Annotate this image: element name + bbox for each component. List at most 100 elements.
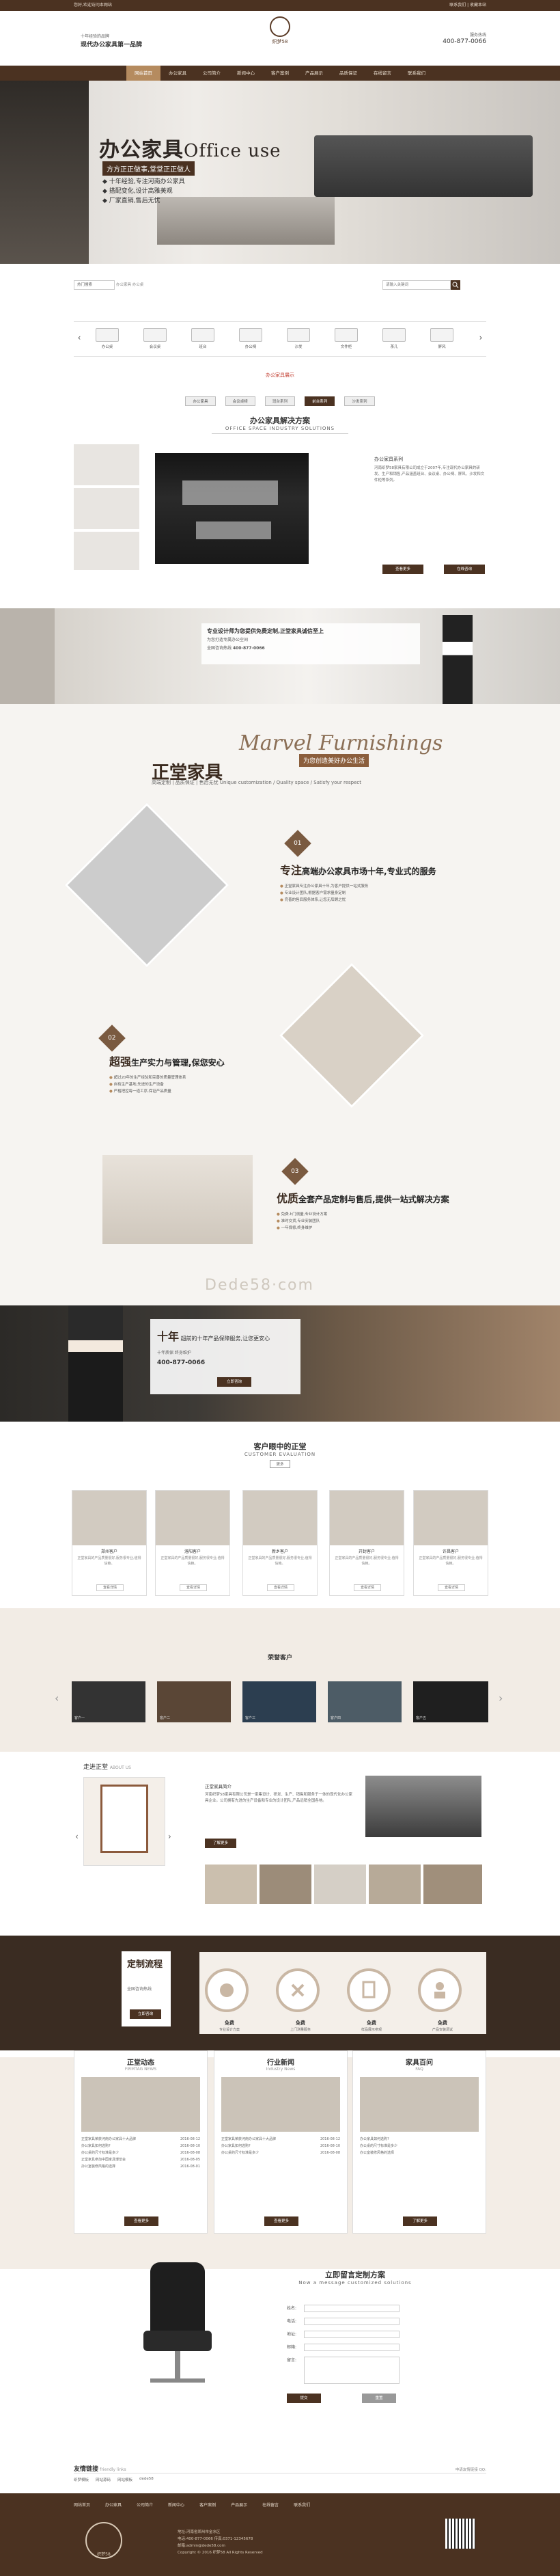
news-item[interactable]: 办公桌的尺寸标准是多少 [353,2143,486,2150]
news-image[interactable] [221,2077,340,2132]
search-input[interactable] [382,280,451,290]
footer-link[interactable]: 办公家具 [105,2502,122,2508]
nav-item[interactable]: 客户案例 [263,66,297,81]
nav-item[interactable]: 品质保证 [331,66,365,81]
chevron-right-icon[interactable]: › [499,1692,503,1705]
footer-link[interactable]: 客户案例 [199,2502,216,2508]
news-item[interactable]: 办公桌的尺寸标准是多少 2016-08-08 [214,2150,347,2156]
nav-item[interactable]: 新闻中心 [229,66,263,81]
name-field[interactable] [304,2305,400,2312]
nav-item-home[interactable]: 网站首页 [126,66,160,81]
tab-product[interactable]: 会议桌椅 [225,396,255,406]
gallery-thumb[interactable] [205,1865,257,1904]
nav-item[interactable]: 产品展示 [297,66,331,81]
tab-product[interactable]: 办公家具 [185,396,216,406]
footer-link[interactable]: 网站首页 [74,2502,90,2508]
customer-detail-button[interactable]: 查看详情 [267,1584,294,1591]
nav-item[interactable]: 联系我们 [400,66,434,81]
address-field[interactable] [304,2331,400,2338]
friend-link[interactable]: dede58 [139,2477,154,2482]
news-item[interactable]: 正堂家具参加中国家具博览会 2016-08-05 [74,2156,207,2163]
email-field[interactable] [304,2344,400,2351]
news-more-button[interactable]: 查看更多 [264,2216,298,2226]
thumbnail[interactable] [74,532,139,570]
customer-more-link[interactable]: 更多 [270,1460,290,1468]
customer-detail-button[interactable]: 查看详情 [96,1584,124,1591]
friend-link[interactable]: 网站模板 [117,2477,132,2482]
news-image[interactable] [81,2077,200,2132]
customer-detail-button[interactable]: 查看详情 [438,1584,465,1591]
guarantee-button[interactable]: 立即咨询 [217,1377,251,1387]
category-item[interactable]: 会议桌 [137,326,173,353]
news-more-button[interactable]: 了解更多 [403,2216,437,2226]
news-image[interactable] [360,2077,479,2132]
process-button[interactable]: 立即咨询 [130,2009,161,2019]
gallery-thumb[interactable] [314,1865,366,1904]
partner-logo[interactable]: 客户一 [72,1681,145,1722]
partner-logo[interactable]: 客户三 [242,1681,316,1722]
thumbnail[interactable] [74,488,139,529]
top-links[interactable]: 联系我们 | 收藏本站 [449,0,486,11]
message-textarea[interactable] [304,2357,400,2384]
category-item[interactable]: 办公椅 [232,326,269,353]
nav-item[interactable]: 公司简介 [195,66,229,81]
site-logo[interactable]: 织梦58 [263,16,297,48]
nav-item[interactable]: 办公家具 [160,66,195,81]
customer-card[interactable]: 开封客户 正堂家具的产品质量很好,服务很专业,值得信赖。 查看详情 [329,1490,404,1596]
reset-button[interactable]: 重置 [362,2394,396,2403]
news-more-button[interactable]: 查看更多 [124,2216,158,2226]
customer-card[interactable]: 新乡客户 正堂家具的产品质量很好,服务很专业,值得信赖。 查看详情 [242,1490,318,1596]
customer-detail-button[interactable]: 查看详情 [180,1584,207,1591]
news-item[interactable]: 办公家具如何选购? [353,2136,486,2143]
footer-link[interactable]: 联系我们 [294,2502,310,2508]
news-item[interactable]: 正堂家具荣获河南办公家具十大品牌 2016-08-12 [74,2136,207,2143]
thumbnail[interactable] [74,444,139,485]
footer-link[interactable]: 产品展示 [231,2502,247,2508]
chevron-left-icon[interactable]: ‹ [75,333,83,347]
hot-keywords[interactable]: 办公家具 办公桌 [116,280,198,290]
customer-card[interactable]: 许昌客户 正堂家具的产品质量很好,服务很专业,值得信赖。 查看详情 [413,1490,488,1596]
chevron-left-icon[interactable]: ‹ [75,1832,79,1841]
news-item[interactable]: 办公家具如何选购? 2016-08-10 [74,2143,207,2150]
footer-link[interactable]: 在线留言 [262,2502,279,2508]
phone-field[interactable] [304,2318,400,2325]
nav-item[interactable]: 在线留言 [365,66,400,81]
category-item[interactable]: 茶几 [376,326,412,353]
submit-button[interactable]: 提交 [287,2394,321,2403]
customer-card[interactable]: 郑州客户 正堂家具的产品质量很好,服务很专业,值得信赖。 查看详情 [72,1490,147,1596]
partner-logo[interactable]: 客户四 [328,1681,402,1722]
plan-main-image[interactable] [155,453,309,564]
chevron-right-icon[interactable]: › [477,333,485,347]
chevron-right-icon[interactable]: › [168,1832,171,1841]
category-item[interactable]: 班台 [184,326,221,353]
search-button[interactable] [451,280,460,290]
tab-product[interactable]: 前台系列 [305,396,335,406]
customer-detail-button[interactable]: 查看详情 [354,1584,381,1591]
hero-banner[interactable] [0,81,560,264]
footer-link[interactable]: 新闻中心 [168,2502,184,2508]
friend-link[interactable]: 网站源码 [96,2477,111,2482]
news-item[interactable]: 正堂家具荣获河南办公家具十大品牌 2016-08-12 [214,2136,347,2143]
chevron-left-icon[interactable]: ‹ [55,1692,59,1705]
news-item[interactable]: 办公家具如何选购? 2016-08-10 [214,2143,347,2150]
gallery-thumb[interactable] [260,1865,311,1904]
news-item[interactable]: 办公室装修风格的选择 2016-08-01 [74,2163,207,2170]
plan-more-button[interactable]: 查看更多 [382,565,423,574]
news-item[interactable]: 办公室装修风格的选择 [353,2150,486,2156]
partner-logo[interactable]: 客户二 [157,1681,231,1722]
gallery-thumb[interactable] [369,1865,421,1904]
footer-link[interactable]: 公司简介 [137,2502,153,2508]
gallery-thumb[interactable] [423,1865,482,1904]
friend-link[interactable]: 织梦模板 [74,2477,89,2482]
footer-logo[interactable]: 织梦58 [85,2522,122,2559]
category-item[interactable]: 沙发 [280,326,317,353]
customer-card[interactable]: 洛阳客户 正堂家具的产品质量很好,服务很专业,值得信赖。 查看详情 [155,1490,230,1596]
category-item[interactable]: 办公桌 [89,326,126,353]
tab-product[interactable]: 班台系列 [264,396,295,406]
category-item[interactable]: 文件柜 [328,326,365,353]
news-item[interactable]: 办公桌的尺寸标准是多少 2016-08-08 [74,2150,207,2156]
plan-consult-button[interactable]: 在线咨询 [444,565,485,574]
tab-product[interactable]: 沙发系列 [344,396,375,406]
search-category-select[interactable]: 热门搜索 [74,280,115,290]
partner-logo[interactable]: 客户五 [413,1681,488,1722]
